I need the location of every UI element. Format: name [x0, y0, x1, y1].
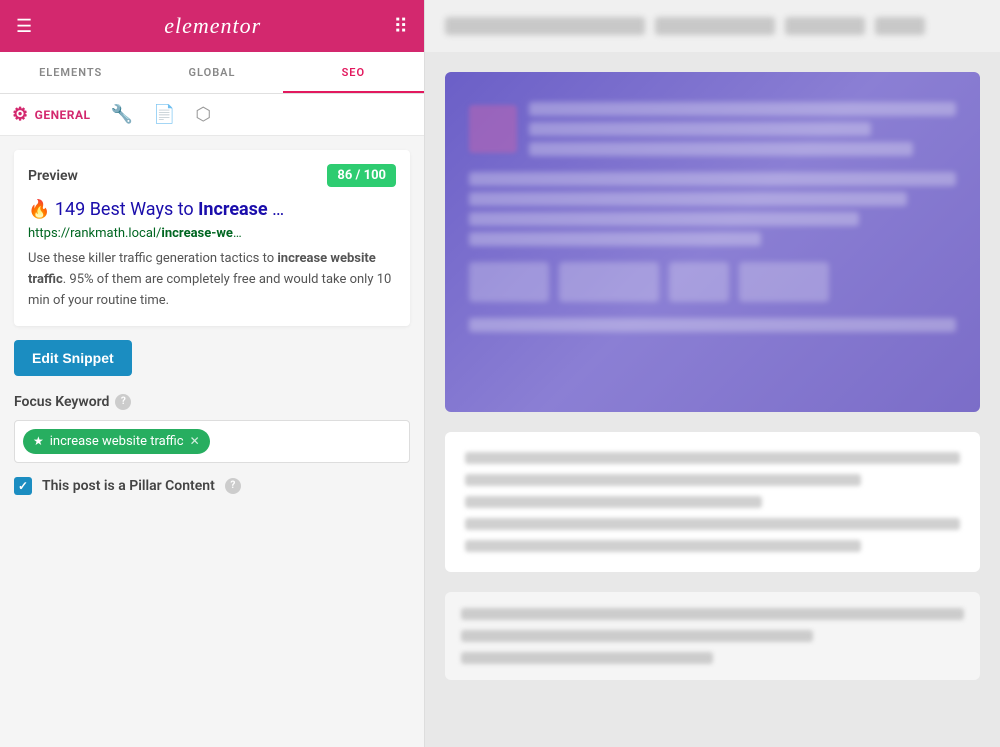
subtab-general-label: GENERAL	[35, 108, 91, 122]
seo-score-badge: 86 / 100	[327, 164, 396, 187]
ws-blur-line	[465, 540, 861, 552]
subtab-general[interactable]: ⚙ GENERAL	[12, 104, 91, 125]
share-icon[interactable]: ⬡	[195, 104, 211, 125]
content-preview-block	[445, 72, 980, 412]
thumbnail-blur	[469, 105, 517, 153]
text-lines-1	[529, 102, 956, 156]
main-tabs: ELEMENTS GLOBAL SEO	[0, 52, 424, 94]
big-blur-block	[739, 262, 829, 302]
panel-content: Preview 86 / 100 🔥 149 Best Ways to Incr…	[0, 136, 424, 747]
topbar-blur-2	[655, 17, 775, 35]
preview-desc-text2: . 95% of them are completely free and wo…	[28, 272, 391, 308]
right-topbar	[425, 0, 1000, 52]
preview-title-text: 149 Best Ways to	[50, 199, 198, 220]
menu-icon[interactable]: ☰	[16, 16, 32, 37]
text-lines-3	[469, 318, 956, 382]
preview-label: Preview	[28, 168, 78, 184]
keyword-input-wrapper[interactable]: ★ increase website traffic ✕	[14, 420, 410, 463]
big-blur-block	[559, 262, 659, 302]
bs-blur-line	[461, 652, 713, 664]
gear-icon: ⚙	[12, 104, 29, 125]
keyword-star-icon: ★	[33, 434, 44, 448]
ws-blur-line	[465, 518, 960, 530]
focus-keyword-label: Focus Keyword ?	[14, 394, 410, 410]
blur-line	[469, 232, 761, 246]
purple-big-row	[469, 262, 956, 302]
blur-line	[469, 192, 907, 206]
tab-global[interactable]: GLOBAL	[141, 52, 282, 93]
tab-elements[interactable]: ELEMENTS	[0, 52, 141, 93]
left-panel: ☰ elementor ⠿ ELEMENTS GLOBAL SEO ⚙ GENE…	[0, 0, 425, 747]
keyword-tag: ★ increase website traffic ✕	[23, 429, 210, 454]
preview-url-ellipsis: …	[233, 226, 242, 241]
pillar-content-checkbox[interactable]	[14, 477, 32, 495]
blur-line	[529, 102, 956, 116]
wrench-icon[interactable]: 🔧	[111, 104, 133, 125]
focus-keyword-section: Focus Keyword ? ★ increase website traff…	[14, 394, 410, 463]
pillar-content-help-icon[interactable]: ?	[225, 478, 241, 494]
ws-blur-line	[465, 496, 762, 508]
focus-keyword-help-icon[interactable]: ?	[115, 394, 131, 410]
subtabs: ⚙ GENERAL 🔧 📄 ⬡	[0, 94, 424, 136]
blur-line	[529, 142, 913, 156]
preview-card: Preview 86 / 100 🔥 149 Best Ways to Incr…	[14, 150, 410, 326]
grid-icon[interactable]: ⠿	[393, 14, 408, 38]
topbar-blur-1	[445, 17, 645, 35]
purple-row-1	[469, 102, 956, 156]
blur-line	[469, 172, 956, 186]
bs-blur-line	[461, 630, 813, 642]
tab-seo[interactable]: SEO	[283, 52, 424, 93]
preview-desc-text: Use these killer traffic generation tact…	[28, 251, 277, 266]
right-content	[425, 52, 1000, 747]
bs-blur-line	[461, 608, 964, 620]
edit-snippet-button[interactable]: Edit Snippet	[14, 340, 132, 376]
blur-line	[469, 212, 859, 226]
right-panel	[425, 0, 1000, 747]
preview-title-emoji: 🔥	[28, 199, 50, 220]
preview-url-bold: increase-we	[161, 226, 233, 241]
document-icon[interactable]: 📄	[153, 104, 175, 125]
preview-url-base: https://rankmath.local/	[28, 226, 161, 241]
keyword-tag-text: increase website traffic	[50, 434, 184, 449]
keyword-tag-remove-button[interactable]: ✕	[190, 434, 200, 448]
blur-line	[529, 122, 871, 136]
ws-blur-line	[465, 474, 861, 486]
white-content-section	[445, 432, 980, 572]
big-blur-block	[469, 262, 549, 302]
pillar-content-label: This post is a Pillar Content	[42, 478, 215, 494]
preview-title: 🔥 149 Best Ways to Increase …	[28, 197, 396, 222]
preview-title-bold: Increase	[198, 199, 267, 220]
preview-description: Use these killer traffic generation tact…	[28, 249, 396, 311]
topbar: ☰ elementor ⠿	[0, 0, 424, 52]
bottom-blur-section	[445, 592, 980, 680]
blur-line	[469, 318, 956, 332]
app-logo: elementor	[164, 13, 261, 39]
ws-blur-line	[465, 452, 960, 464]
preview-header: Preview 86 / 100	[28, 164, 396, 187]
pillar-content-row: This post is a Pillar Content ?	[14, 477, 410, 495]
preview-url: https://rankmath.local/increase-we…	[28, 226, 396, 241]
topbar-blur-4	[875, 17, 925, 35]
text-lines-2	[469, 172, 956, 246]
preview-title-ellipsis: …	[268, 199, 285, 220]
big-blur-block	[669, 262, 729, 302]
topbar-blur-3	[785, 17, 865, 35]
